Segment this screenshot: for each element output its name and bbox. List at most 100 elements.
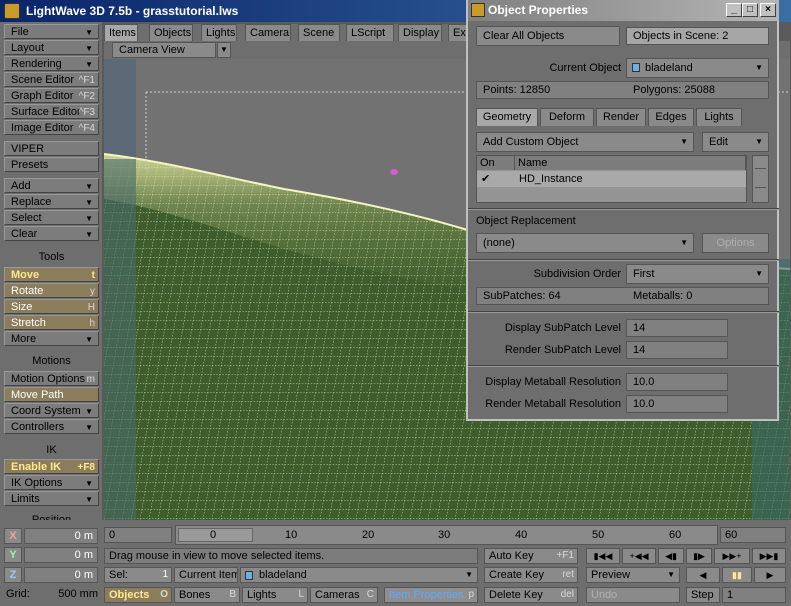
file-menu[interactable]: File ▼ bbox=[4, 24, 99, 39]
minimize-button[interactable]: _ bbox=[726, 3, 742, 17]
scene-editor-button[interactable]: Scene Editor ^F1 bbox=[4, 72, 99, 87]
tab-edges[interactable]: Edges bbox=[648, 108, 694, 126]
surface-editor-button[interactable]: Surface Editor ^F3 bbox=[4, 104, 99, 119]
tab-lscript[interactable]: LScript bbox=[346, 24, 394, 41]
shortcut-label: m bbox=[86, 374, 95, 385]
objects-mode-button[interactable]: Objects O bbox=[104, 587, 172, 603]
step-forward-icon[interactable]: ▮▶ bbox=[686, 548, 712, 564]
preview-menu[interactable]: Preview ▼ bbox=[586, 567, 680, 583]
column-header-on[interactable]: On bbox=[477, 156, 515, 170]
coord-system-menu[interactable]: Coord System ▼ bbox=[4, 403, 99, 418]
object-replacement-select[interactable]: (none) ▼ bbox=[476, 233, 694, 253]
clear-menu[interactable]: Clear ▼ bbox=[4, 226, 99, 241]
x-position-input[interactable]: 0 m bbox=[24, 528, 98, 544]
view-mode-select[interactable]: Camera View ▼ bbox=[112, 42, 231, 58]
more-menu[interactable]: More ▼ bbox=[4, 331, 99, 346]
create-key-button[interactable]: Create Key ret bbox=[484, 567, 578, 583]
add-menu[interactable]: Add ▼ bbox=[4, 178, 99, 193]
close-button[interactable]: × bbox=[760, 3, 776, 17]
scroll-thumb[interactable] bbox=[755, 168, 766, 188]
tab-items[interactable]: Items bbox=[104, 24, 138, 41]
step-back-icon[interactable]: ◀▮ bbox=[658, 548, 684, 564]
list-scrollbar[interactable] bbox=[752, 155, 769, 203]
image-editor-label: Image Editor bbox=[11, 122, 74, 134]
tab-deform[interactable]: Deform bbox=[540, 108, 594, 126]
end-frame-input[interactable]: 60 bbox=[720, 527, 786, 543]
play-reverse-icon[interactable]: ◀ bbox=[686, 567, 720, 583]
pause-icon[interactable]: ▮▮ bbox=[722, 567, 752, 583]
move-path-label: Move Path bbox=[11, 389, 64, 401]
start-frame-input[interactable]: 0 bbox=[104, 527, 172, 543]
play-forward-icon[interactable]: ▶ bbox=[754, 567, 786, 583]
column-header-name[interactable]: Name bbox=[515, 156, 746, 170]
object-replacement-label: Object Replacement bbox=[476, 215, 576, 227]
tab-objects[interactable]: Objects bbox=[149, 24, 193, 41]
previous-key-icon[interactable]: +◀◀ bbox=[622, 548, 656, 564]
display-subpatch-level-input[interactable]: 14 bbox=[626, 319, 728, 337]
move-path-button[interactable]: Move Path bbox=[4, 387, 99, 402]
maximize-button[interactable]: □ bbox=[742, 3, 758, 17]
bones-mode-button[interactable]: Bones B bbox=[174, 587, 240, 603]
select-menu[interactable]: Select ▼ bbox=[4, 210, 99, 225]
checkmark-icon[interactable]: ✔ bbox=[481, 171, 490, 187]
viper-button[interactable]: VIPER bbox=[4, 141, 99, 156]
objects-label: Objects bbox=[109, 589, 150, 601]
subpatches-count: SubPatches: 64 bbox=[483, 290, 561, 302]
replace-menu[interactable]: Replace ▼ bbox=[4, 194, 99, 209]
dropdown-arrow-icon: ▼ bbox=[85, 182, 93, 191]
move-tool-button[interactable]: Move t bbox=[4, 267, 99, 282]
tab-render[interactable]: Render bbox=[596, 108, 646, 126]
dropdown-arrow-icon: ▼ bbox=[755, 269, 763, 278]
auto-key-button[interactable]: Auto Key +F1 bbox=[484, 548, 578, 564]
motion-options-button[interactable]: Motion Options m bbox=[4, 371, 99, 386]
tab-lights[interactable]: Lights bbox=[696, 108, 742, 126]
current-item-select[interactable]: bladeland ▼ bbox=[240, 567, 478, 583]
stretch-tool-button[interactable]: Stretch h bbox=[4, 315, 99, 330]
tab-lights[interactable]: Lights bbox=[201, 24, 237, 41]
stretch-label: Stretch bbox=[11, 317, 46, 329]
layout-menu[interactable]: Layout ▼ bbox=[4, 40, 99, 55]
add-custom-object-select[interactable]: Add Custom Object ▼ bbox=[476, 132, 694, 152]
presets-button[interactable]: Presets bbox=[4, 157, 99, 172]
item-properties-button[interactable]: Item Properties p bbox=[384, 587, 478, 603]
next-key-icon[interactable]: ▶▶+ bbox=[714, 548, 750, 564]
edit-select[interactable]: Edit ▼ bbox=[702, 132, 769, 152]
size-tool-button[interactable]: Size H bbox=[4, 299, 99, 314]
custom-object-list[interactable]: On Name ✔ HD_Instance bbox=[476, 155, 747, 203]
tab-camera[interactable]: Camera bbox=[245, 24, 291, 41]
shortcut-label: del bbox=[560, 589, 574, 600]
rotate-tool-button[interactable]: Rotate y bbox=[4, 283, 99, 298]
step-input[interactable]: 1 bbox=[722, 587, 786, 603]
subdivision-order-select[interactable]: First ▼ bbox=[626, 264, 769, 284]
ik-options-menu[interactable]: IK Options ▼ bbox=[4, 475, 99, 490]
clear-all-objects-button[interactable]: Clear All Objects bbox=[476, 26, 620, 46]
tab-display[interactable]: Display bbox=[398, 24, 442, 41]
image-editor-button[interactable]: Image Editor ^F4 bbox=[4, 120, 99, 135]
rendering-menu[interactable]: Rendering ▼ bbox=[4, 56, 99, 71]
limits-menu[interactable]: Limits ▼ bbox=[4, 491, 99, 506]
z-position-input[interactable]: 0 m bbox=[24, 567, 98, 583]
go-to-start-icon[interactable]: ▮◀◀ bbox=[586, 548, 620, 564]
timeline-slider[interactable]: 0 10 20 30 40 50 60 bbox=[175, 525, 718, 545]
controllers-menu[interactable]: Controllers ▼ bbox=[4, 419, 99, 434]
display-metaball-resolution-input[interactable]: 10.0 bbox=[626, 373, 728, 391]
panel-title-bar: Object Properties _ □ × bbox=[468, 0, 779, 21]
render-metaball-resolution-input[interactable]: 10.0 bbox=[626, 395, 728, 413]
cameras-mode-button[interactable]: Cameras C bbox=[310, 587, 378, 603]
undo-button[interactable]: Undo bbox=[586, 587, 680, 603]
enable-ik-button[interactable]: Enable IK +F8 bbox=[4, 459, 99, 474]
render-subpatch-level-input[interactable]: 14 bbox=[626, 341, 728, 359]
tab-scene[interactable]: Scene bbox=[298, 24, 340, 41]
y-position-input[interactable]: 0 m bbox=[24, 547, 98, 563]
current-object-select[interactable]: bladeland ▼ bbox=[626, 58, 769, 78]
graph-editor-button[interactable]: Graph Editor ^F2 bbox=[4, 88, 99, 103]
go-to-end-icon[interactable]: ▶▶▮ bbox=[752, 548, 786, 564]
delete-key-button[interactable]: Delete Key del bbox=[484, 587, 578, 603]
shortcut-label: p bbox=[468, 589, 474, 600]
list-item[interactable]: ✔ HD_Instance bbox=[477, 171, 746, 187]
grid-size-value: 500 mm bbox=[58, 588, 98, 600]
current-item-label: Current Item bbox=[174, 567, 238, 583]
tab-geometry[interactable]: Geometry bbox=[476, 108, 538, 126]
lights-mode-button[interactable]: Lights L bbox=[242, 587, 308, 603]
options-button[interactable]: Options bbox=[702, 233, 769, 253]
